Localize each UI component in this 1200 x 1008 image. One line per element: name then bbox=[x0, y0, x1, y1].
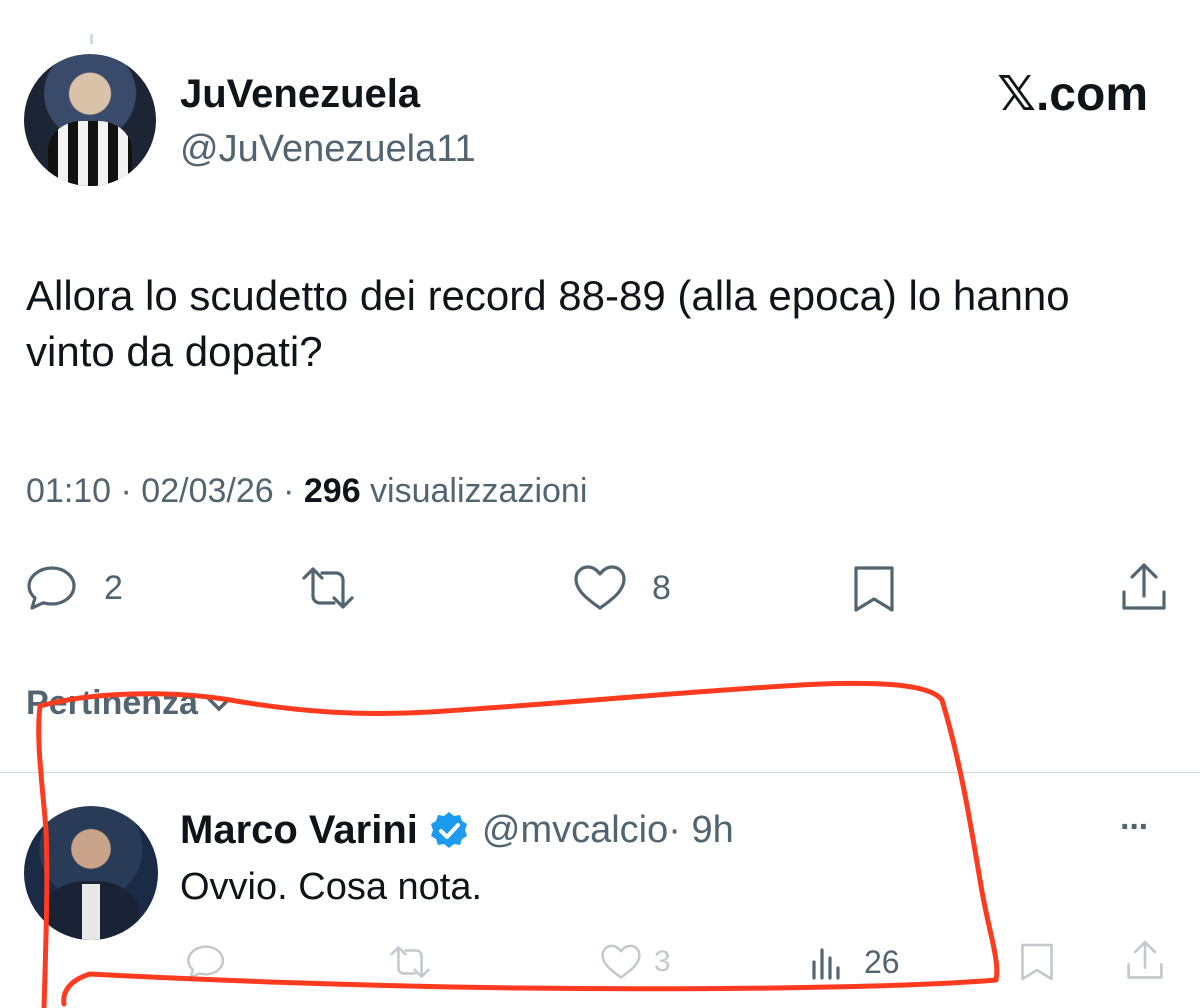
red-annotation-outline bbox=[36, 680, 1000, 1008]
annotation-stroke bbox=[36, 680, 1000, 1008]
